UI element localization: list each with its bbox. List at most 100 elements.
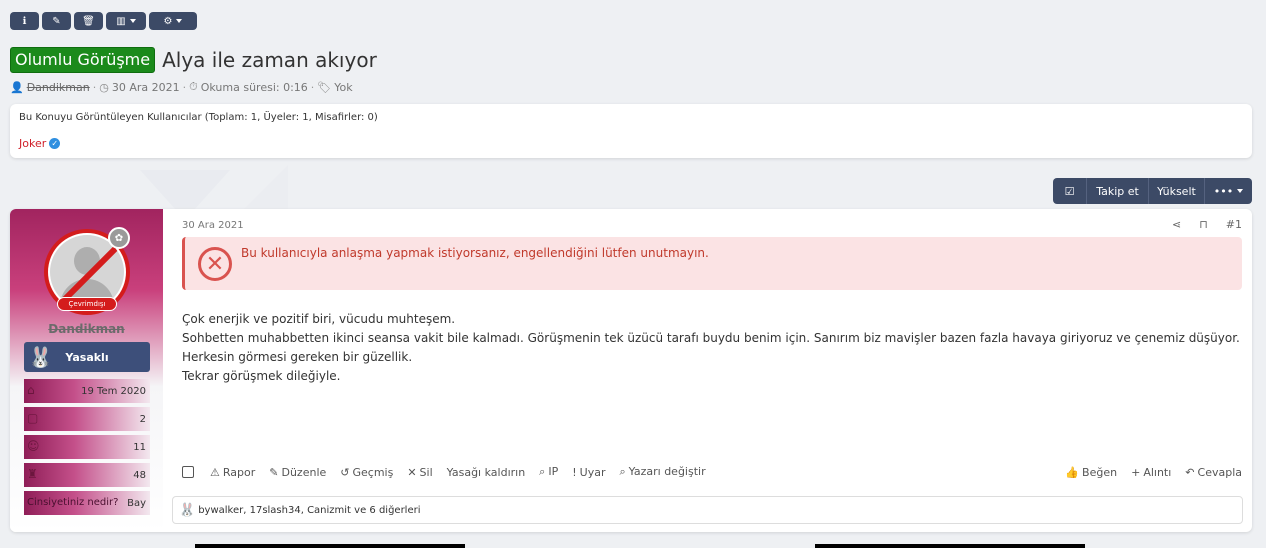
post-line: Çok enerjik ve pozitif biri, vücudu muht… (182, 312, 456, 326)
report-label: Rapor (222, 465, 256, 479)
stopwatch-icon: ⏱ (189, 80, 198, 93)
viewer-username[interactable]: Joker (19, 137, 46, 150)
stat-reactions: ☺ 11 (24, 435, 150, 459)
bunny-icon: 🐰 (28, 345, 53, 369)
delete-button[interactable]: 🗑 (74, 12, 103, 30)
delete-link[interactable]: ✕ Sil (407, 466, 432, 479)
caret-down-icon (176, 19, 183, 23)
thread-tags: Yok (334, 80, 353, 94)
unban-link[interactable]: Yasağı kaldırın (447, 466, 526, 479)
post-actions-left: ⚠ Rapor ✎ Düzenle ↺ Geçmiş ✕ Sil Yasağı kald… (182, 465, 706, 479)
meta-separator: · (182, 80, 187, 94)
caret-down-icon (1237, 189, 1244, 193)
post: ✿ Çevrimdışı Dandikman 🐰 Yasaklı ⌂ 19 Te… (10, 209, 1252, 532)
meta-separator: · (92, 80, 97, 94)
more-options-button[interactable]: ••• (1205, 178, 1252, 204)
verified-icon: ✓ (49, 138, 61, 149)
pencil-icon: ✎ (269, 465, 279, 479)
post-date[interactable]: 30 Ara 2021 (182, 220, 244, 231)
checkbox-icon: ☑ (1064, 184, 1075, 198)
thread-title-row: Olumlu Görüşme Alya ile zaman akıyor (10, 47, 377, 73)
user-icon: 👤 (10, 80, 24, 94)
exclamation-icon: ! (572, 465, 577, 479)
error-x-icon: ✕ (198, 247, 232, 281)
stat-gender-label: Cinsiyetiniz nedir? (27, 497, 119, 508)
report-link[interactable]: ⚠ Rapor (210, 466, 255, 479)
reactions-bar[interactable]: 🐰 bywalker, 17slash34, Canizmit ve 6 diğ… (172, 496, 1243, 524)
meta-separator: · (310, 80, 315, 94)
read-time: Okuma süresi: 0:16 (200, 80, 308, 94)
bottom-block (815, 544, 1085, 548)
stats-dropdown[interactable]: ▥ (106, 12, 146, 30)
caret-down-icon (129, 19, 136, 23)
warn-label: Uyar (579, 465, 606, 479)
thumbs-up-icon: 👍 (1065, 465, 1080, 479)
bunny-reaction-icon: 🐰 (179, 502, 196, 518)
delete-label: Sil (419, 465, 433, 479)
search-icon: ⌕ (619, 465, 626, 478)
thread-date[interactable]: 30 Ara 2021 (112, 81, 180, 94)
thread-toolbar: ℹ ✎ 🗑 ▥ ⚙ (10, 12, 197, 30)
home-icon: ⌂ (27, 383, 35, 397)
post-actions-bar: ⚠ Rapor ✎ Düzenle ↺ Geçmiş ✕ Sil Yasağı kald… (182, 464, 1242, 480)
history-label: Geçmiş (352, 465, 394, 479)
thread-title: Alya ile zaman akıyor (162, 48, 377, 72)
reactions-text[interactable]: bywalker, 17slash34, Canizmit ve 6 diğer… (198, 505, 420, 516)
stat-joined: ⌂ 19 Tem 2020 (24, 379, 150, 403)
thread-prefix-label[interactable]: Olumlu Görüşme (10, 47, 156, 73)
quote-link[interactable]: + Alıntı (1131, 466, 1171, 479)
message-icon: ▢ (27, 411, 39, 425)
viewers-title: Bu Konuyu Görüntüleyen Kullanıcılar (Top… (19, 112, 378, 123)
ip-label: IP (548, 465, 559, 478)
post-actions-right: 👍 Beğen + Alıntı ↶ Cevapla (1065, 466, 1242, 479)
search-icon: ⌕ (539, 465, 546, 478)
plus-icon: + (1131, 465, 1141, 479)
unban-label: Yasağı kaldırın (446, 465, 526, 479)
post-body: Çok enerjik ve pozitif biri, vücudu muht… (182, 310, 1242, 386)
x-icon: ✕ (407, 465, 417, 479)
tag-icon: 🏷 (317, 80, 332, 94)
clock-icon: ◷ (99, 80, 109, 94)
offline-status-badge: Çevrimdışı (57, 297, 117, 311)
change-author-label: Yazarı değiştir (628, 465, 706, 478)
post-number[interactable]: #1 (1226, 218, 1242, 231)
user-banner-text: Yasaklı (65, 350, 109, 364)
select-thread-button[interactable]: ☑ (1053, 178, 1087, 204)
bottom-block (195, 544, 465, 548)
reaction-icon: ☺ (27, 439, 40, 453)
like-link[interactable]: 👍 Beğen (1065, 466, 1117, 479)
bookmark-icon[interactable]: ⊓ (1199, 218, 1208, 231)
viewers-panel: Bu Konuyu Görüntüleyen Kullanıcılar (Top… (10, 104, 1252, 158)
background-shape (240, 165, 288, 213)
reply-label: Cevapla (1197, 465, 1242, 479)
blocked-user-alert: ✕ Bu kullanıcıyla anlaşma yapmak istiyor… (182, 237, 1242, 290)
warn-link[interactable]: ! Uyar (572, 466, 605, 479)
ip-link[interactable]: ⌕ IP (539, 465, 558, 479)
thread-author[interactable]: Dandikman (27, 81, 90, 94)
follow-button[interactable]: Takip et (1087, 178, 1149, 204)
post-line: Herkesin görmesi gereken bir güzellik. (182, 350, 413, 364)
post-user-column: ✿ Çevrimdışı Dandikman 🐰 Yasaklı ⌂ 19 Te… (10, 209, 163, 532)
bump-button[interactable]: Yükselt (1149, 178, 1205, 204)
stat-points-value: 48 (133, 469, 146, 481)
edit-link[interactable]: ✎ Düzenle (269, 466, 326, 479)
edit-button[interactable]: ✎ (42, 12, 71, 30)
post-line: Sohbetten muhabbetten ikinci seansa vaki… (182, 331, 1240, 345)
change-author-link[interactable]: ⌕ Yazarı değiştir (619, 465, 705, 479)
info-button[interactable]: ℹ (10, 12, 39, 30)
post-line: Tekrar görüşmek dileğiyle. (182, 369, 341, 383)
share-icon[interactable]: ⋖ (1172, 218, 1181, 231)
stat-gender-value: Bay (127, 497, 146, 509)
history-link[interactable]: ↺ Geçmiş (340, 466, 393, 479)
edit-icon: ✎ (52, 15, 61, 27)
stat-reactions-value: 11 (133, 441, 146, 453)
reply-link[interactable]: ↶ Cevapla (1185, 466, 1242, 479)
reply-icon: ↶ (1185, 465, 1195, 479)
settings-dropdown[interactable]: ⚙ (149, 12, 197, 30)
stat-joined-value: 19 Tem 2020 (81, 385, 146, 397)
chart-icon: ▥ (116, 15, 126, 27)
select-post-checkbox[interactable] (182, 466, 194, 478)
post-username[interactable]: Dandikman (10, 322, 163, 336)
warning-icon: ⚠ (210, 465, 220, 479)
trophy-icon: ♜ (27, 467, 38, 481)
